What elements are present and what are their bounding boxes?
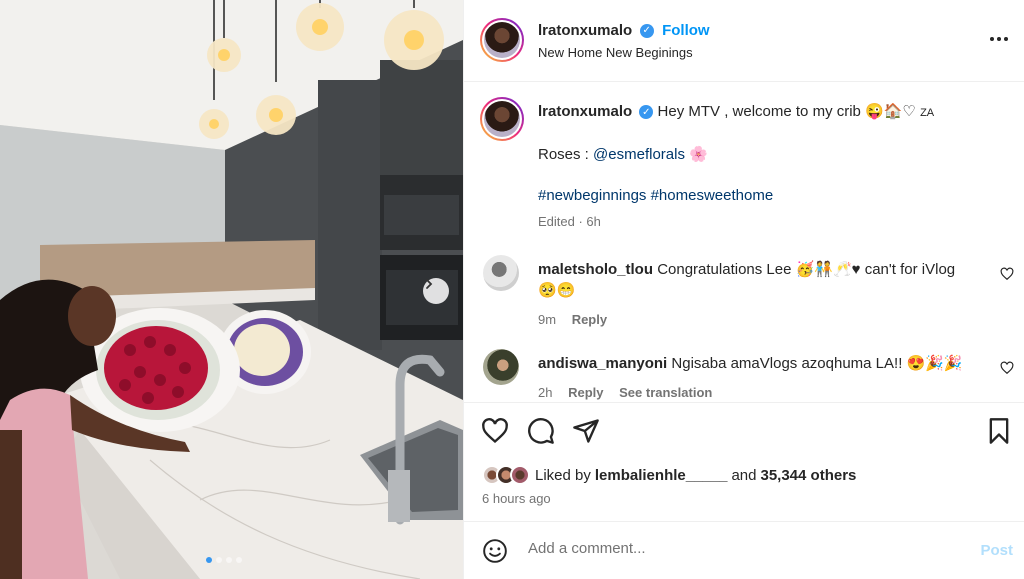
carousel-dot (226, 557, 232, 563)
add-comment-bar: Post (464, 521, 1024, 579)
comment-body: maletsholo_tlou Congratulations Lee 🥳🧑‍🤝… (538, 259, 978, 330)
carousel-dots (206, 557, 242, 563)
chevron-right-icon (426, 279, 433, 289)
heart-icon[interactable] (481, 417, 509, 445)
caption-text: Hey MTV , welcome to my crib (657, 103, 861, 120)
emoji-icon[interactable] (482, 538, 508, 564)
liker-avatar[interactable] (510, 465, 530, 485)
likes-count-link[interactable]: 35,344 others (760, 467, 856, 484)
comment-meta: 2h Reply See translation (538, 382, 978, 401)
comment-item: maletsholo_tlou Congratulations Lee 🥳🧑‍🤝… (464, 255, 1024, 335)
likes-middle: and (731, 466, 757, 484)
post-detail-panel: lratonxumalo ✓ Follow New Home New Begin… (463, 0, 1024, 579)
comment-time: 9m (538, 312, 557, 327)
see-translation-button[interactable]: See translation (619, 385, 712, 400)
caption-edited: Edited · 6h (538, 214, 601, 229)
post-location[interactable]: New Home New Beginings (538, 45, 710, 60)
liker-username[interactable]: lembalienhle_____ (595, 467, 728, 484)
carousel-dot (206, 557, 212, 563)
comment-like-icon[interactable] (1000, 267, 1014, 281)
follow-button[interactable]: Follow (662, 22, 710, 39)
verified-icon: ✓ (639, 23, 654, 38)
post-header: lratonxumalo ✓ Follow New Home New Begin… (464, 0, 1024, 82)
comments-section: lratonxumalo ✓ Hey MTV , welcome to my c… (464, 83, 1024, 401)
kitchen-photo-illustration (0, 0, 463, 579)
comment-time: 2h (538, 385, 553, 400)
comment-text-line2: 🥺😁 (538, 282, 576, 299)
share-icon[interactable] (572, 417, 600, 445)
commenter-avatar[interactable] (483, 349, 519, 385)
caption-avatar[interactable] (480, 97, 524, 141)
commenter-username[interactable]: andiswa_manyoni (538, 355, 667, 372)
more-icon[interactable] (989, 36, 1009, 42)
carousel-dot (216, 557, 222, 563)
comment-meta: 9m Reply (538, 309, 978, 330)
post-comment-button[interactable]: Post (980, 542, 1013, 559)
caption-hashtags[interactable]: #newbeginnings #homesweethome (538, 185, 1008, 206)
carousel-next-button[interactable] (423, 278, 449, 304)
comment-text: Congratulations Lee 🥳🧑‍🤝‍🧑🥂♥ can't for i… (657, 261, 956, 278)
comment-item: andiswa_manyoni Ngisaba amaVlogs azoqhum… (464, 349, 1024, 401)
commenter-username[interactable]: maletsholo_tlou (538, 261, 653, 278)
likes-summary: Liked by lembalienhle_____ and 35,344 ot… (482, 465, 856, 485)
commenter-avatar[interactable] (483, 255, 519, 291)
post-actions: Liked by lembalienhle_____ and 35,344 ot… (464, 402, 1024, 520)
reply-button[interactable]: Reply (568, 385, 603, 400)
add-comment-input[interactable] (528, 540, 948, 557)
roses-emoji: 🌸 (689, 146, 708, 163)
author-username[interactable]: lratonxumalo (538, 22, 632, 39)
comment-body: andiswa_manyoni Ngisaba amaVlogs azoqhum… (538, 353, 978, 401)
comment-icon[interactable] (527, 417, 555, 445)
comment-like-icon[interactable] (1000, 361, 1014, 375)
post-photo[interactable] (0, 0, 463, 579)
likes-prefix: Liked by (535, 466, 591, 484)
caption: lratonxumalo ✓ Hey MTV , welcome to my c… (464, 97, 1024, 237)
caption-roses-line: Roses : @esmeflorals 🌸 (538, 144, 1008, 165)
caption-emojis: 😜🏠♡ (865, 103, 916, 120)
author-avatar[interactable] (480, 18, 524, 62)
caption-body: lratonxumalo ✓ Hey MTV , welcome to my c… (538, 101, 1008, 232)
caption-username[interactable]: lratonxumalo (538, 103, 632, 120)
roses-label: Roses : (538, 146, 589, 163)
post-time-ago: 6 hours ago (482, 491, 551, 506)
verified-icon: ✓ (639, 105, 654, 120)
author-info: lratonxumalo ✓ Follow New Home New Begin… (538, 22, 710, 60)
bookmark-icon[interactable] (985, 417, 1013, 445)
reply-button[interactable]: Reply (572, 312, 607, 327)
carousel-dot (236, 557, 242, 563)
caption-flag: ZA (920, 107, 935, 119)
comment-text: Ngisaba amaVlogs azoqhuma LA!! 😍🎉🎉 (671, 355, 963, 372)
roses-mention-link[interactable]: @esmeflorals (593, 146, 685, 163)
